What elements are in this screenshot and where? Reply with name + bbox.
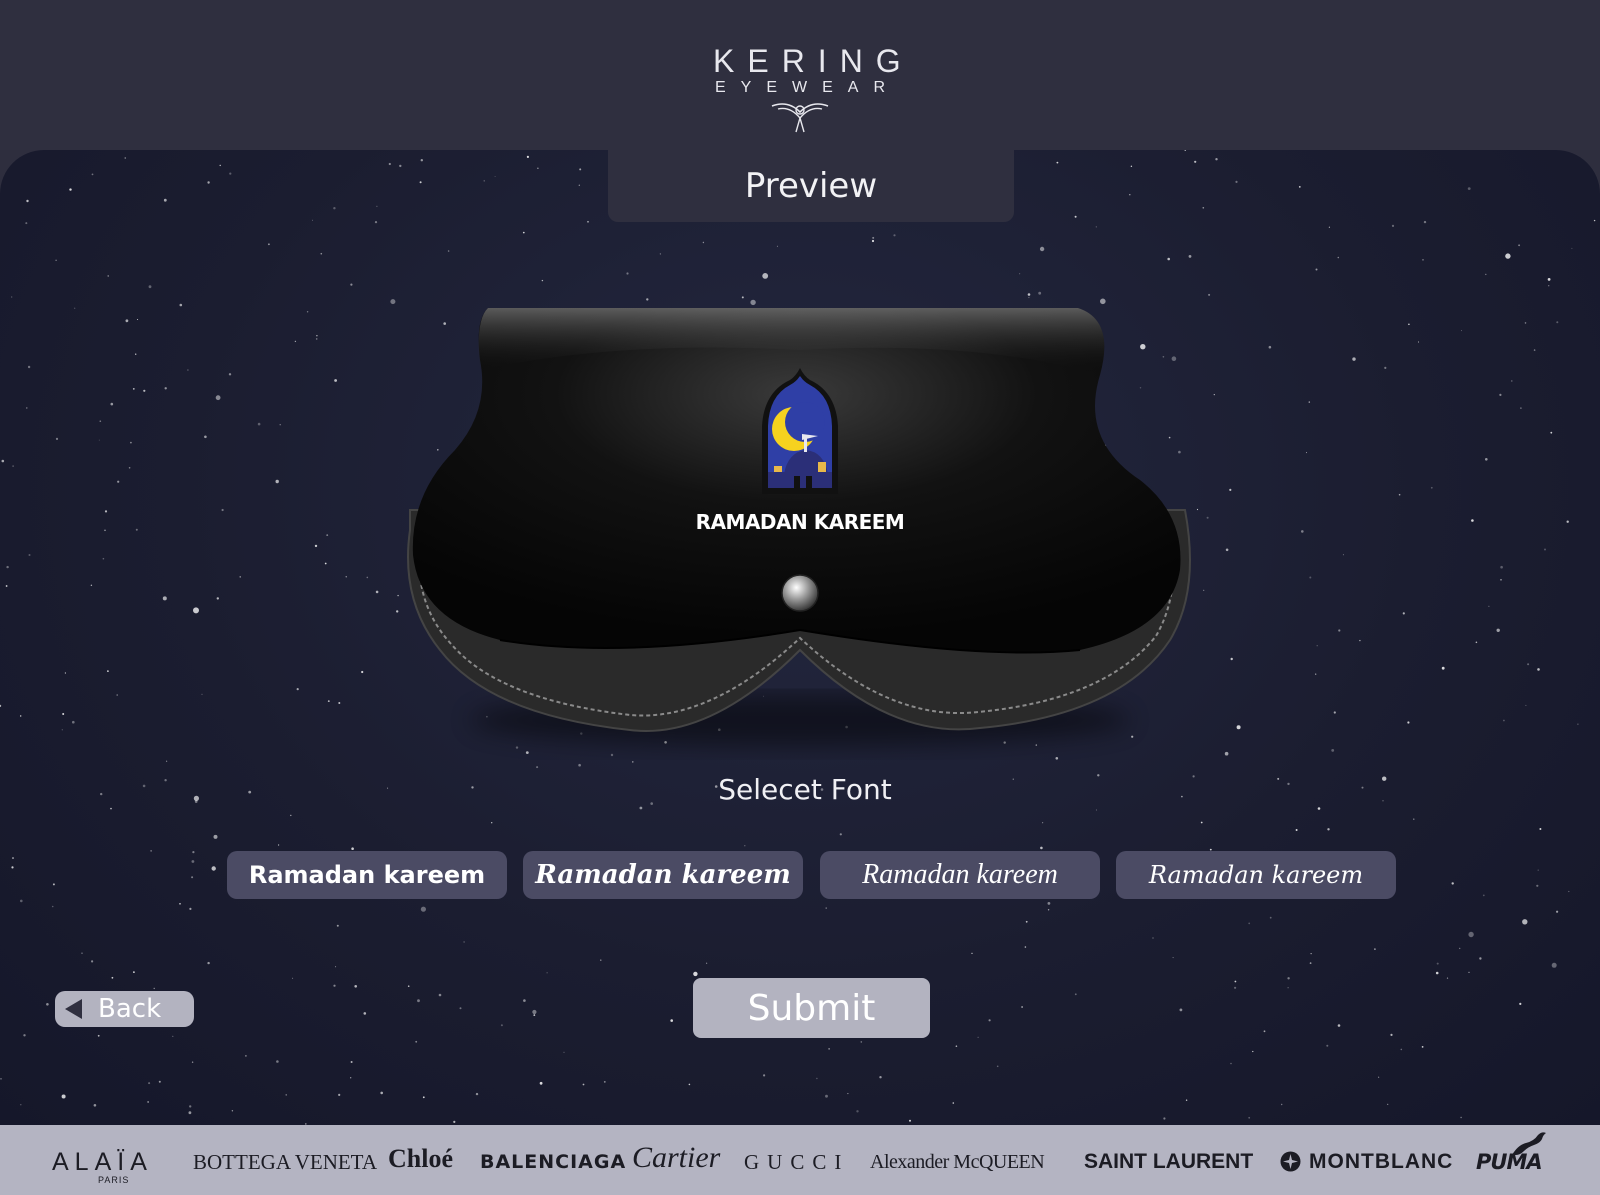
brand-chloe: Chloé <box>388 1144 453 1173</box>
owl-emblem-icon <box>771 103 829 133</box>
select-font-label: Selecet Font <box>718 773 892 806</box>
font-option-1[interactable]: Ramadan kareem <box>227 851 507 899</box>
engraving-text: RAMADAN KAREEM <box>695 510 905 534</box>
kering-eyewear-logo: KERING EYEWEAR <box>700 43 914 134</box>
back-button[interactable]: Back <box>55 991 194 1027</box>
brand-saint-laurent: SAINT LAURENT <box>1084 1150 1254 1173</box>
submit-button[interactable]: Submit <box>693 978 930 1038</box>
submit-button-label: Submit <box>747 987 876 1029</box>
logo-sub-text: EYEWEAR <box>715 79 901 96</box>
brand-cartier: Cartier <box>632 1141 721 1174</box>
font-option-label: Ramadan kareem <box>1148 861 1364 889</box>
puma-cat-icon <box>1512 1132 1546 1155</box>
brand-alexander-mcqueen: Alexander McQUEEN <box>870 1151 1045 1173</box>
preview-tab: Preview <box>608 150 1014 222</box>
brand-balenciaga: BALENCIAGA <box>480 1151 627 1173</box>
preview-tab-label: Preview <box>744 166 878 206</box>
crescent-moon-mosque-icon <box>758 366 842 496</box>
brand-montblanc: MONTBLANC <box>1309 1150 1454 1173</box>
brand-bottega-veneta: BOTTEGA VENETA <box>193 1150 377 1174</box>
font-option-label: Ramadan kareem <box>862 859 1058 890</box>
font-option-4[interactable]: Ramadan kareem <box>1116 851 1396 899</box>
font-option-2[interactable]: Ramadan kareem <box>523 851 803 899</box>
brand-alaia-sub: PARIS <box>98 1175 130 1185</box>
brand-gucci: GUCCI <box>744 1150 850 1174</box>
font-option-3[interactable]: Ramadan kareem <box>820 851 1100 899</box>
back-button-label: Back <box>98 994 162 1024</box>
montblanc-star-icon <box>1280 1151 1301 1172</box>
brand-alaia: ALAÏA <box>52 1148 153 1176</box>
font-option-label: Ramadan kareem <box>535 860 791 890</box>
logo-main-text: KERING <box>713 43 914 79</box>
back-arrow-icon <box>65 999 82 1019</box>
font-option-label: Ramadan kareem <box>248 861 486 889</box>
